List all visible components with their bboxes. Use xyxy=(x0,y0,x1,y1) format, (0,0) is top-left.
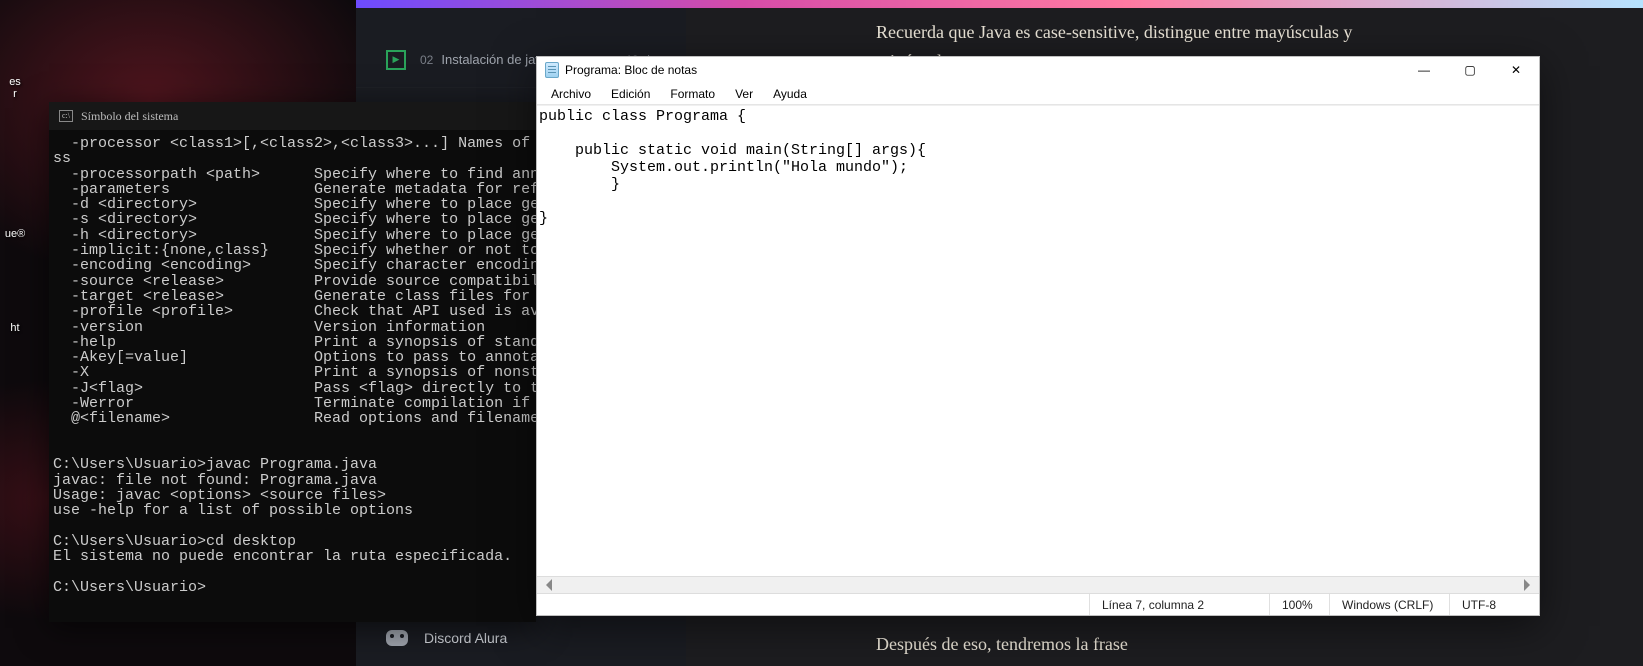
cmd-icon: c:\ xyxy=(59,110,73,122)
status-encoding: UTF-8 xyxy=(1449,594,1539,615)
notepad-statusbar: Línea 7, columna 2 100% Windows (CRLF) U… xyxy=(537,593,1539,615)
notepad-icon xyxy=(545,62,559,78)
minimize-button[interactable]: — xyxy=(1401,57,1447,83)
desktop-icon-label: ue® xyxy=(0,228,30,240)
menu-edit[interactable]: Edición xyxy=(603,86,658,102)
status-eol: Windows (CRLF) xyxy=(1329,594,1449,615)
play-icon: ▶ xyxy=(386,50,406,70)
course-label: Instalación de java xyxy=(441,52,549,67)
cmd-title-text: Símbolo del sistema xyxy=(81,109,178,124)
notepad-titlebar[interactable]: Programa: Bloc de notas — ▢ ✕ xyxy=(537,57,1539,83)
article-line: Recuerda que Java es case-sensitive, dis… xyxy=(876,22,1352,42)
menu-file[interactable]: Archivo xyxy=(543,86,599,102)
status-zoom: 100% xyxy=(1269,594,1329,615)
menu-help[interactable]: Ayuda xyxy=(765,86,815,102)
cmd-titlebar[interactable]: c:\ Símbolo del sistema xyxy=(49,102,536,130)
notepad-menubar: Archivo Edición Formato Ver Ayuda xyxy=(537,83,1539,105)
browser-accent-bar xyxy=(356,0,1643,8)
window-controls: — ▢ ✕ xyxy=(1401,57,1539,83)
course-index: 02 xyxy=(420,53,433,67)
article-text-bottom: Después de eso, tendremos la frase xyxy=(876,634,1576,655)
maximize-button[interactable]: ▢ xyxy=(1447,57,1493,83)
scrollbar-horizontal[interactable] xyxy=(537,576,1539,593)
notepad-window[interactable]: Programa: Bloc de notas — ▢ ✕ Archivo Ed… xyxy=(536,56,1540,616)
desktop-icon-label: es xyxy=(0,76,30,88)
menu-view[interactable]: Ver xyxy=(727,86,761,102)
close-button[interactable]: ✕ xyxy=(1493,57,1539,83)
menu-format[interactable]: Formato xyxy=(662,86,723,102)
discord-icon xyxy=(386,630,408,646)
cmd-output[interactable]: -processor <class1>[,<class2>,<class3>..… xyxy=(49,130,536,595)
notepad-textarea[interactable]: public class Programa { public static vo… xyxy=(537,105,1539,576)
notepad-title-text: Programa: Bloc de notas xyxy=(565,63,697,77)
cmd-window[interactable]: c:\ Símbolo del sistema -processor <clas… xyxy=(49,102,536,622)
discord-label: Discord Alura xyxy=(424,630,507,646)
desktop-icon-label: r xyxy=(0,88,30,100)
status-position: Línea 7, columna 2 xyxy=(1089,594,1269,615)
desktop-icon-label: ht xyxy=(0,322,30,334)
